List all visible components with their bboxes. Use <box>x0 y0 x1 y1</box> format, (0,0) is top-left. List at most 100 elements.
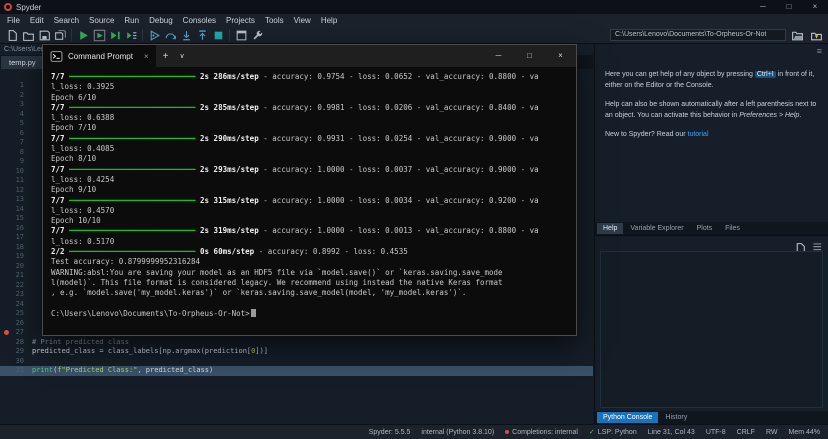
status-text: Spyder: 5.5.5 <box>369 429 411 436</box>
terminal-tab-close-icon[interactable]: × <box>144 52 149 61</box>
code-token: print <box>32 366 53 374</box>
breakpoint-icon[interactable] <box>4 330 9 335</box>
line-number: 14 <box>0 205 32 215</box>
progress-step: 0s 60ms/step <box>196 247 259 256</box>
code-line-28: 28# Print predicted class <box>0 338 593 348</box>
line-number: 26 <box>0 319 32 329</box>
parent-directory-button[interactable] <box>808 28 824 43</box>
progress-step: 2s 286ms/step <box>196 72 264 81</box>
run-selection-button[interactable] <box>123 28 139 43</box>
terminal-new-tab-button[interactable]: + <box>156 51 176 62</box>
progress-count: 7/7 <box>51 134 69 143</box>
menu-run[interactable]: Run <box>119 14 144 27</box>
terminal-close-button[interactable]: × <box>545 45 576 67</box>
terminal-line: Epoch 9/10 <box>51 185 576 195</box>
spyder-window: Spyder ─□× FileEditSearchSourceRunDebugC… <box>0 0 828 439</box>
window-maximize-button[interactable]: □ <box>776 0 802 14</box>
menu-bar: FileEditSearchSourceRunDebugConsolesProj… <box>0 14 828 27</box>
toolbar-separator <box>142 29 143 41</box>
maximize-pane-button[interactable] <box>233 28 249 43</box>
menu-tools[interactable]: Tools <box>260 14 289 27</box>
menu-view[interactable]: View <box>289 14 316 27</box>
step-out-icon <box>196 29 209 42</box>
tab-plots[interactable]: Plots <box>691 223 719 234</box>
tutorial-link[interactable]: tutorial <box>688 131 709 138</box>
status-lsp: ✓LSP: Python <box>589 428 637 436</box>
terminal-maximize-button[interactable]: □ <box>514 45 545 67</box>
help-text: Here you can get help of any object by p… <box>605 71 755 78</box>
menu-file[interactable]: File <box>2 14 25 27</box>
working-directory-group: C:\Users\Lenovo\Documents\To-Orpheus-Or-… <box>610 28 824 43</box>
stop-debug-button[interactable] <box>210 28 226 43</box>
line-number: 28 <box>0 338 32 348</box>
terminal-minimize-button[interactable]: ─ <box>483 45 514 67</box>
line-number: 22 <box>0 281 32 291</box>
status-spyder: Spyder: 5.5.5 <box>369 429 411 436</box>
menu-consoles[interactable]: Consoles <box>178 14 221 27</box>
progress-bar: ━━━━━━━━━━━━━━━━━━━━━━━━━━━━ <box>69 226 195 235</box>
window-minimize-button[interactable]: ─ <box>750 0 776 14</box>
terminal-dropdown-icon[interactable]: ∨ <box>175 52 188 60</box>
progress-step: 2s 319ms/step <box>196 226 264 235</box>
step-return-button[interactable] <box>194 28 210 43</box>
toolbar-buttons <box>4 28 265 43</box>
console-tab-bar: Python ConsoleHistory <box>595 411 828 424</box>
line-number: 23 <box>0 290 32 300</box>
doc-icon <box>6 29 19 42</box>
run-cell-advance-button[interactable] <box>107 28 123 43</box>
tab-files[interactable]: Files <box>719 223 746 234</box>
tab-temp-py[interactable]: temp.py <box>1 56 44 69</box>
help-paragraph-2: Help can also be shown automatically aft… <box>605 100 818 121</box>
step-over-button[interactable] <box>162 28 178 43</box>
command-prompt-icon <box>50 50 63 63</box>
status-completions: Completions: internal <box>505 429 578 436</box>
progress-bar: ━━━━━━━━━━━━━━━━━━━━━━━━━━━━ <box>69 103 195 112</box>
terminal-line: l_loss: 0.6388 <box>51 113 576 123</box>
debug-file-button[interactable] <box>146 28 162 43</box>
terminal-tab[interactable]: Command Prompt × <box>43 45 156 67</box>
terminal-line: 7/7 ━━━━━━━━━━━━━━━━━━━━━━━━━━━━ 2s 285m… <box>51 103 576 113</box>
new-file-button[interactable] <box>4 28 20 43</box>
tab-python-console[interactable]: Python Console <box>597 412 658 423</box>
line-number: 11 <box>0 176 32 186</box>
menu-search[interactable]: Search <box>49 14 84 27</box>
menu-source[interactable]: Source <box>84 14 119 27</box>
help-tab-bar: HelpVariable ExplorerPlotsFiles <box>595 222 828 235</box>
help-pane: ≡ Here you can get help of any object by… <box>595 44 828 236</box>
menu-edit[interactable]: Edit <box>25 14 49 27</box>
code-line-29: 29predicted_class = class_labels[np.argm… <box>0 347 593 357</box>
status-text: internal (Python 3.8.10) <box>421 429 494 436</box>
step-into-button[interactable] <box>178 28 194 43</box>
line-number: 19 <box>0 252 32 262</box>
browse-working-directory-button[interactable] <box>789 28 805 43</box>
save-button[interactable] <box>36 28 52 43</box>
terminal-line: WARNING:absl:You are saving your model a… <box>51 268 576 278</box>
terminal-line: l(model)`. This file format is considere… <box>51 278 576 288</box>
tab-help[interactable]: Help <box>597 223 623 234</box>
code-token: predicted_class = class_labels[np.argmax… <box>32 347 251 355</box>
terminal-line: Test accuracy: 0.8799999952316284 <box>51 257 576 267</box>
progress-bar: ━━━━━━━━━━━━━━━━━━━━━━━━━━━━ <box>69 134 195 143</box>
progress-bar: ━━━━━━━━━━━━━━━━━━━━━━━━━━━━ <box>69 165 195 174</box>
window-close-button[interactable]: × <box>802 0 828 14</box>
tab-history[interactable]: History <box>659 412 693 423</box>
console-body[interactable] <box>600 251 823 408</box>
terminal-output[interactable]: 7/7 ━━━━━━━━━━━━━━━━━━━━━━━━━━━━ 2s 286m… <box>43 67 576 335</box>
menu-help[interactable]: Help <box>316 14 342 27</box>
run-file-button[interactable] <box>75 28 91 43</box>
working-directory-combobox[interactable]: C:\Users\Lenovo\Documents\To-Orpheus-Or-… <box>610 29 786 41</box>
progress-metrics: - accuracy: 0.9754 - loss: 0.0652 - val_… <box>263 72 538 81</box>
menu-debug[interactable]: Debug <box>144 14 178 27</box>
help-text: New to Spyder? Read our <box>605 131 688 138</box>
tab-variable-explorer[interactable]: Variable Explorer <box>624 223 689 234</box>
run-cell-button[interactable] <box>91 28 107 43</box>
code-text: print(f"Predicted Class:", predicted_cla… <box>32 366 213 376</box>
terminal-title-bar[interactable]: Command Prompt × + ∨ ─□× <box>43 45 576 67</box>
menu-projects[interactable]: Projects <box>221 14 260 27</box>
open-file-button[interactable] <box>20 28 36 43</box>
status-internal-python-3-8-10-: internal (Python 3.8.10) <box>421 429 494 436</box>
window-controls: ─□× <box>750 0 828 14</box>
save-all-button[interactable] <box>52 28 68 43</box>
preferences-button[interactable] <box>249 28 265 43</box>
floppy-all-icon <box>54 29 67 42</box>
